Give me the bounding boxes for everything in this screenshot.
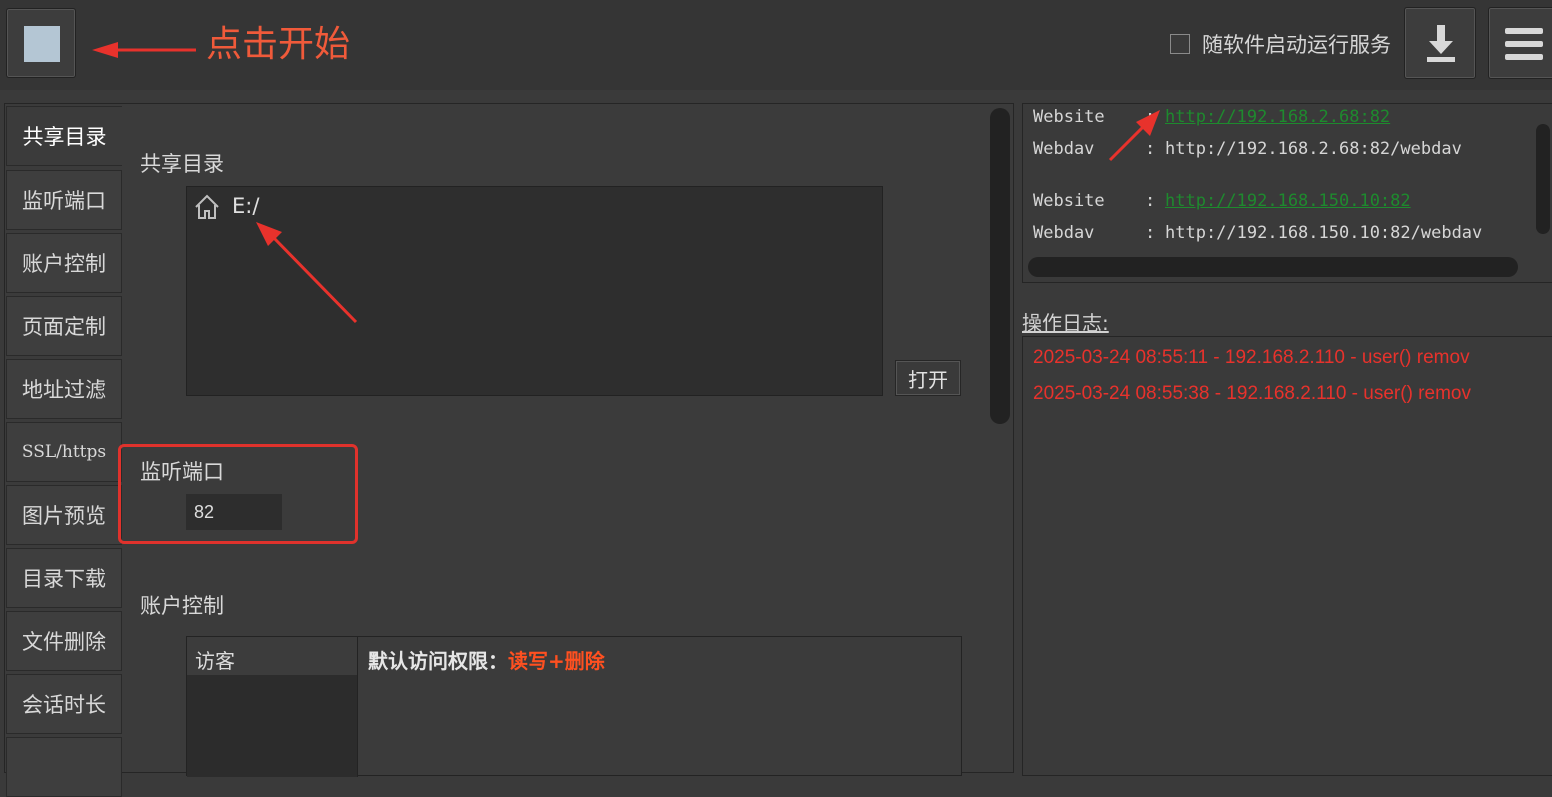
tab-file-delete[interactable]: 文件删除 [6,611,122,671]
start-button[interactable] [6,8,76,78]
tab-label: 页面定制 [22,315,106,339]
url-sep: : [1145,191,1156,211]
url-row: Website: http://192.168.2.68:82 [1033,107,1390,127]
tab-label: 共享目录 [22,125,107,149]
panel-scrollbar[interactable] [990,108,1010,424]
download-button[interactable] [1404,7,1476,79]
tab-image-preview[interactable]: 图片预览 [6,485,122,545]
url-sep: : [1145,139,1156,159]
share-directory-list[interactable] [186,186,883,396]
tab-directory-download[interactable]: 目录下载 [6,548,122,608]
operation-log: 2025-03-24 08:55:11 - 192.168.2.110 - us… [1022,336,1552,776]
url-row: Website: http://192.168.150.10:82 [1033,191,1411,211]
webdav-url: http://192.168.150.10:82/webdav [1165,223,1483,243]
tab-account-control[interactable]: 账户控制 [6,233,122,293]
visitor-account[interactable]: 访客 [195,645,235,674]
website-link[interactable]: http://192.168.150.10:82 [1165,191,1411,211]
url-key: Website [1033,107,1105,127]
account-section-title: 账户控制 [140,594,224,618]
tab-ssl-https[interactable]: SSL/https [6,422,122,482]
url-key: Webdav [1033,223,1095,243]
url-sep: : [1145,223,1156,243]
download-icon [1427,25,1455,62]
tab-session-duration[interactable]: 会话时长 [6,674,122,734]
tab-label: 目录下载 [22,567,106,591]
tab-label: 文件删除 [22,630,106,654]
hamburger-menu-icon [1505,28,1543,60]
log-entry: 2025-03-24 08:55:38 - 192.168.2.110 - us… [1033,383,1471,404]
autostart-label: 随软件启动运行服务 [1202,33,1391,57]
shared-directory-path[interactable]: E:/ [232,194,259,218]
url-row: Webdav: http://192.168.150.10:82/webdav [1033,223,1482,243]
tab-label: 监听端口 [22,189,106,213]
tab-label: 地址过滤 [22,378,106,402]
tab-label: SSL/https [21,442,107,462]
tab-share-directory[interactable]: 共享目录 [6,106,122,166]
tab-listen-port[interactable]: 监听端口 [6,170,122,230]
port-highlight-box [118,444,358,544]
tab-label: 账户控制 [22,252,106,276]
webdav-url: http://192.168.2.68:82/webdav [1165,139,1462,159]
tab-page-custom[interactable]: 页面定制 [6,296,122,356]
default-permission: 默认访问权限：读写+删除 [368,645,605,674]
service-url-box: Website: http://192.168.2.68:82 Webdav: ht… [1022,103,1552,283]
stop-square-icon [24,26,60,62]
open-button[interactable]: 打开 [895,360,961,396]
permission-value: 读写+删除 [508,649,605,673]
url-key: Webdav [1033,139,1095,159]
website-link[interactable]: http://192.168.2.68:82 [1165,107,1390,127]
autostart-checkbox[interactable] [1170,34,1190,54]
home-icon [195,194,219,219]
url-box-vertical-scrollbar[interactable] [1536,124,1550,234]
operation-log-title: 操作日志: [1022,311,1109,335]
url-row: Webdav: http://192.168.2.68:82/webdav [1033,139,1462,159]
url-sep: : [1145,107,1156,127]
url-box-horizontal-scrollbar[interactable] [1028,257,1518,277]
tab-empty [6,737,122,797]
autostart-option[interactable]: 随软件启动运行服务 [1170,28,1391,60]
url-key: Website [1033,191,1105,211]
tab-label: 会话时长 [22,693,106,717]
tab-address-filter[interactable]: 地址过滤 [6,359,122,419]
menu-button[interactable] [1488,7,1552,79]
permission-label: 默认访问权限： [368,649,508,673]
share-section-title: 共享目录 [140,152,224,176]
annotation-start-hint: 点击开始 [206,24,351,65]
tab-label: 图片预览 [22,504,106,528]
log-entry: 2025-03-24 08:55:11 - 192.168.2.110 - us… [1033,347,1470,368]
